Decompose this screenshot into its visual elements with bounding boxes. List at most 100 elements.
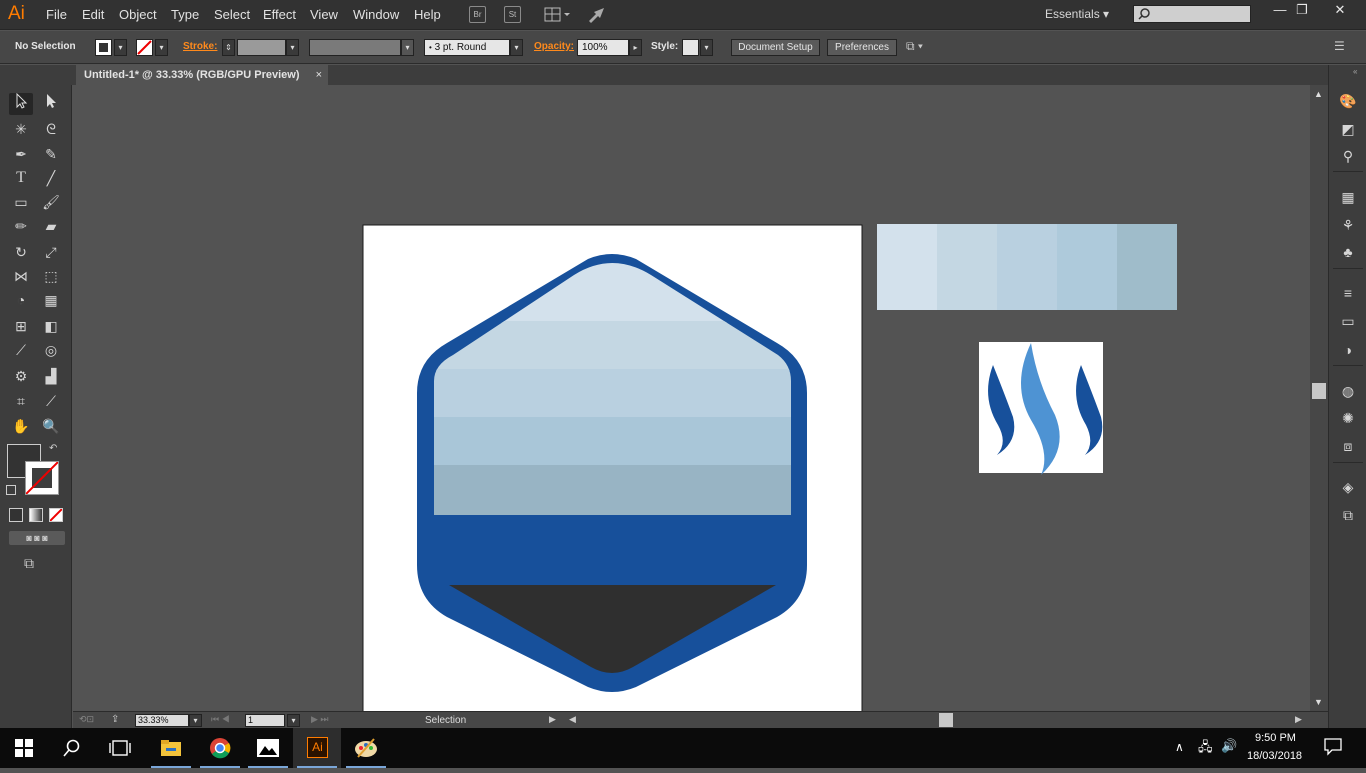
artboard-dropdown[interactable]: ▾ xyxy=(287,714,300,727)
swatch-3[interactable] xyxy=(997,224,1057,310)
scroll-right-icon[interactable]: ▶ xyxy=(1295,714,1302,725)
scale-tool-icon[interactable]: ⤢ xyxy=(39,241,63,263)
swatch-4[interactable] xyxy=(1057,224,1117,310)
menu-effect[interactable]: Effect xyxy=(263,7,296,22)
rectangle-tool-icon[interactable]: ▭ xyxy=(9,191,33,213)
rotate-tool-icon[interactable]: ↻ xyxy=(9,241,33,263)
next-artboard-icon[interactable]: ▶ ⏭ xyxy=(311,714,329,725)
brush-definition-field[interactable]: • 3 pt. Round xyxy=(424,39,510,56)
zoom-dropdown[interactable]: ▾ xyxy=(189,714,202,727)
graphic-style-swatch[interactable] xyxy=(682,39,699,56)
menu-select[interactable]: Select xyxy=(214,7,250,22)
menu-object[interactable]: Object xyxy=(119,7,157,22)
width-tool-icon[interactable]: ⋈ xyxy=(9,265,33,287)
shape-builder-tool-icon[interactable]: ◔ xyxy=(9,289,33,311)
stroke-panel-icon[interactable]: ≡ xyxy=(1337,283,1359,303)
export-icon[interactable]: ⇪ xyxy=(111,714,119,725)
stroke-weight-stepper[interactable]: ⇕ xyxy=(222,39,235,56)
paintbrush-tool-icon[interactable]: 🖌 xyxy=(39,191,63,213)
eraser-tool-icon[interactable]: ▰ xyxy=(39,215,63,237)
transparency-panel-icon[interactable]: ◑ xyxy=(1337,340,1359,360)
document-tab[interactable]: Untitled-1* @ 33.33% (RGB/GPU Preview) × xyxy=(76,65,328,85)
swatches-panel-icon[interactable]: ▦ xyxy=(1337,187,1359,207)
stroke-dropdown[interactable]: ▾ xyxy=(155,39,168,56)
search-icon[interactable] xyxy=(48,728,96,768)
asset-export-icon[interactable]: ⧈ xyxy=(1337,436,1359,456)
cc-libraries-icon[interactable]: ⟲⊡ xyxy=(79,714,94,725)
status-menu-icon[interactable]: ▶ xyxy=(549,714,556,725)
opacity-label[interactable]: Opacity: xyxy=(534,41,574,52)
photos-icon[interactable] xyxy=(244,728,292,768)
stroke-weight-field[interactable] xyxy=(237,39,286,56)
color-panel-icon[interactable]: 🎨 xyxy=(1337,91,1359,111)
stroke-weight-dropdown[interactable]: ▾ xyxy=(286,39,299,56)
opacity-field[interactable]: 100% xyxy=(577,39,629,56)
brush-dropdown[interactable]: ▾ xyxy=(510,39,523,56)
menu-edit[interactable]: Edit xyxy=(82,7,104,22)
scroll-left-icon[interactable]: ◀ xyxy=(569,714,576,725)
artboard-number-field[interactable]: 1 xyxy=(245,714,285,727)
drawing-modes-icon[interactable]: ◙ ◙ ◙ xyxy=(9,531,65,545)
column-graph-tool-icon[interactable]: ▟ xyxy=(39,365,63,387)
none-mode-icon[interactable] xyxy=(49,508,63,522)
color-guide-icon[interactable]: ◩ xyxy=(1337,119,1359,139)
slice-tool-icon[interactable]: ⟋ xyxy=(39,390,63,412)
artboards-panel-icon[interactable]: ⧉ xyxy=(1337,505,1359,525)
lasso-tool-icon[interactable]: ᘓ xyxy=(39,118,63,140)
default-fill-stroke-icon[interactable] xyxy=(6,485,16,495)
stroke-label[interactable]: Stroke: xyxy=(183,41,217,52)
graphic-style-dropdown[interactable]: ▾ xyxy=(700,39,713,56)
blend-tool-icon[interactable]: ◎ xyxy=(39,339,63,361)
restore-button[interactable]: ❐ xyxy=(1282,0,1322,22)
opacity-slider-toggle[interactable]: ▸ xyxy=(629,39,642,56)
pencil-tool-icon[interactable]: ✏ xyxy=(9,215,33,237)
close-tab-icon[interactable]: × xyxy=(316,65,322,85)
menu-window[interactable]: Window xyxy=(353,7,399,22)
stock-icon[interactable]: St xyxy=(504,6,521,23)
brushes-panel-icon[interactable]: ⚘ xyxy=(1337,215,1359,235)
menu-type[interactable]: Type xyxy=(171,7,199,22)
curvature-tool-icon[interactable]: ✎ xyxy=(39,143,63,165)
vertical-scroll-thumb[interactable] xyxy=(1312,383,1326,399)
eyedropper-tool-icon[interactable]: ⟋ xyxy=(9,339,33,361)
artboard-tool-icon[interactable]: ⌗ xyxy=(9,390,33,412)
cc-libraries-panel-icon[interactable]: ⚲ xyxy=(1337,146,1359,166)
swatch-2[interactable] xyxy=(937,224,997,310)
help-search-input[interactable] xyxy=(1133,5,1251,23)
fill-dropdown[interactable]: ▾ xyxy=(114,39,127,56)
menu-file[interactable]: File xyxy=(46,7,67,22)
variable-width-dropdown[interactable]: ▾ xyxy=(401,39,414,56)
mesh-tool-icon[interactable]: ⊞ xyxy=(9,315,33,337)
volume-icon[interactable]: 🔊 xyxy=(1221,738,1237,754)
hand-tool-icon[interactable]: ✋ xyxy=(9,415,33,437)
swap-fill-stroke-icon[interactable]: ↶ xyxy=(49,443,57,454)
gradient-tool-icon[interactable]: ◧ xyxy=(39,315,63,337)
free-transform-tool-icon[interactable]: ⬚ xyxy=(39,265,63,287)
fill-swatch[interactable] xyxy=(95,39,112,56)
type-tool-icon[interactable]: T xyxy=(9,167,33,189)
swatch-5[interactable] xyxy=(1117,224,1177,310)
scroll-up-icon[interactable]: ▲ xyxy=(1314,89,1323,99)
stroke-swatch[interactable] xyxy=(136,39,153,56)
clock-date[interactable]: 18/03/2018 xyxy=(1247,750,1302,762)
perspective-grid-tool-icon[interactable]: ▦ xyxy=(39,289,63,311)
document-setup-button[interactable]: Document Setup xyxy=(731,39,820,56)
stroke-color-icon[interactable] xyxy=(25,461,59,495)
scroll-down-icon[interactable]: ▼ xyxy=(1314,697,1323,707)
file-explorer-icon[interactable] xyxy=(147,728,195,768)
canvas-area[interactable] xyxy=(73,85,1310,711)
variable-width-profile[interactable] xyxy=(309,39,401,56)
paint-icon[interactable] xyxy=(342,728,390,768)
magic-wand-tool-icon[interactable]: ✳ xyxy=(9,118,33,140)
illustrator-icon[interactable]: Ai xyxy=(293,728,341,768)
line-tool-icon[interactable]: ╱ xyxy=(39,167,63,189)
preferences-button[interactable]: Preferences xyxy=(827,39,897,56)
gpu-performance-icon[interactable] xyxy=(586,5,608,25)
zoom-field[interactable]: 33.33% xyxy=(135,714,189,727)
chrome-icon[interactable] xyxy=(196,728,244,768)
selection-tool-icon[interactable] xyxy=(9,92,33,115)
menu-help[interactable]: Help xyxy=(414,7,441,22)
screen-mode-icon[interactable]: ⧉ xyxy=(24,555,34,572)
menu-view[interactable]: View xyxy=(310,7,338,22)
task-view-icon[interactable] xyxy=(96,728,144,768)
